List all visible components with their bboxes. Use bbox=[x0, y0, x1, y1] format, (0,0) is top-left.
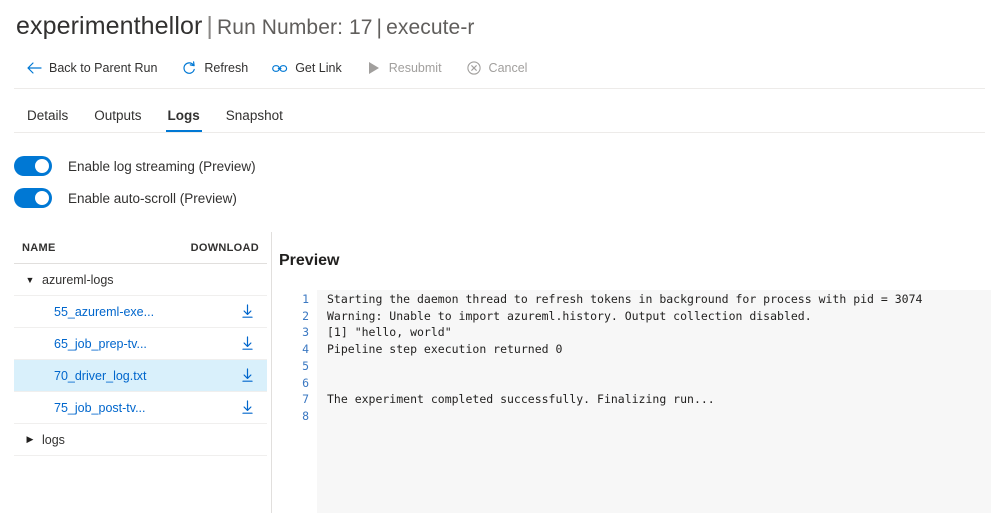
refresh-button[interactable]: Refresh bbox=[169, 54, 260, 82]
cancel-button[interactable]: Cancel bbox=[454, 54, 540, 82]
line-number: 5 bbox=[302, 358, 309, 373]
file-name-link[interactable]: 65_job_prep-tv... bbox=[22, 337, 235, 351]
cancel-label: Cancel bbox=[488, 61, 528, 75]
link-icon bbox=[272, 60, 288, 76]
tab-bar: Details Outputs Logs Snapshot bbox=[14, 102, 296, 132]
log-line: Pipeline step execution returned 0 bbox=[327, 342, 563, 357]
page-title: experimenthellor | Run Number: 17 | execute-… bbox=[16, 12, 475, 41]
experiment-name: experimenthellor bbox=[16, 12, 203, 40]
log-streaming-switch-knob bbox=[35, 159, 49, 173]
file-row-75-job-post[interactable]: 75_job_post-tv... bbox=[14, 392, 267, 424]
preview-title: Preview bbox=[279, 252, 340, 269]
tab-bar-divider bbox=[14, 132, 985, 133]
back-to-parent-run-button[interactable]: Back to Parent Run bbox=[14, 54, 169, 82]
resubmit-button[interactable]: Resubmit bbox=[354, 54, 454, 82]
refresh-icon bbox=[181, 60, 197, 76]
refresh-label: Refresh bbox=[204, 61, 249, 75]
play-icon bbox=[366, 60, 382, 76]
get-link-label: Get Link bbox=[295, 61, 342, 75]
enable-log-streaming-toggle[interactable]: Enable log streaming (Preview) bbox=[14, 156, 256, 176]
enable-log-streaming-label: Enable log streaming (Preview) bbox=[68, 158, 256, 174]
file-list-header: NAME DOWNLOAD bbox=[14, 232, 267, 264]
file-name-link[interactable]: 75_job_post-tv... bbox=[22, 401, 235, 415]
line-number-gutter: 1 2 3 4 5 6 7 8 bbox=[279, 290, 317, 513]
file-group-azureml-logs[interactable]: ▼ azureml-logs bbox=[14, 264, 267, 296]
download-icon[interactable] bbox=[235, 304, 259, 319]
tab-snapshot[interactable]: Snapshot bbox=[213, 106, 296, 132]
title-separator-1: | bbox=[206, 12, 214, 40]
panel-divider bbox=[271, 232, 272, 513]
file-row-70-driver-log[interactable]: 70_driver_log.txt bbox=[14, 360, 267, 392]
chevron-right-icon[interactable]: ▶ bbox=[24, 434, 36, 445]
logs-content-area: NAME DOWNLOAD ▼ azureml-logs 55_azureml-… bbox=[0, 232, 999, 513]
chevron-down-icon[interactable]: ▼ bbox=[24, 275, 36, 285]
log-viewer[interactable]: 1 2 3 4 5 6 7 8 Starting the daemon thre… bbox=[279, 290, 991, 513]
log-preview-panel: Preview 1 2 3 4 5 6 7 8 Starting the dae… bbox=[279, 232, 991, 513]
file-group-logs[interactable]: ▶ logs bbox=[14, 424, 267, 456]
tab-outputs[interactable]: Outputs bbox=[81, 106, 154, 132]
line-number: 7 bbox=[302, 392, 309, 407]
file-group-label: logs bbox=[42, 432, 65, 447]
tab-logs[interactable]: Logs bbox=[155, 106, 213, 132]
log-file-list: NAME DOWNLOAD ▼ azureml-logs 55_azureml-… bbox=[14, 232, 267, 456]
enable-auto-scroll-label: Enable auto-scroll (Preview) bbox=[68, 190, 237, 206]
title-separator-2: | bbox=[376, 16, 383, 39]
log-text-content: Starting the daemon thread to refresh to… bbox=[317, 290, 991, 513]
file-row-55-azureml-exe[interactable]: 55_azureml-exe... bbox=[14, 296, 267, 328]
download-icon[interactable] bbox=[235, 400, 259, 415]
run-number-label: Run Number: 17 bbox=[217, 16, 373, 39]
line-number: 2 bbox=[302, 308, 309, 323]
line-number: 8 bbox=[302, 408, 309, 423]
line-number: 1 bbox=[302, 292, 309, 306]
enable-auto-scroll-toggle[interactable]: Enable auto-scroll (Preview) bbox=[14, 188, 237, 208]
log-streaming-switch-track[interactable] bbox=[14, 156, 52, 176]
file-name-link[interactable]: 55_azureml-exe... bbox=[22, 305, 235, 319]
command-bar: Back to Parent Run Refresh Get Link Resu… bbox=[14, 54, 539, 82]
download-icon[interactable] bbox=[235, 336, 259, 351]
file-name-link[interactable]: 70_driver_log.txt bbox=[22, 369, 235, 383]
arrow-left-icon bbox=[26, 60, 42, 76]
column-header-download: DOWNLOAD bbox=[190, 241, 259, 254]
cancel-circle-icon bbox=[466, 60, 482, 76]
log-line: Starting the daemon thread to refresh to… bbox=[327, 292, 923, 306]
download-icon[interactable] bbox=[235, 368, 259, 383]
log-line: The experiment completed successfully. F… bbox=[327, 392, 715, 407]
step-name: execute-r bbox=[386, 16, 475, 39]
line-number: 4 bbox=[302, 342, 309, 357]
file-row-65-job-prep[interactable]: 65_job_prep-tv... bbox=[14, 328, 267, 360]
auto-scroll-switch-knob bbox=[35, 191, 49, 205]
file-group-label: azureml-logs bbox=[42, 272, 114, 287]
line-number: 3 bbox=[302, 325, 309, 340]
column-header-name: NAME bbox=[22, 241, 56, 254]
get-link-button[interactable]: Get Link bbox=[260, 54, 354, 82]
line-number: 6 bbox=[302, 375, 309, 390]
resubmit-label: Resubmit bbox=[388, 61, 442, 75]
auto-scroll-switch-track[interactable] bbox=[14, 188, 52, 208]
log-line: [1] "hello, world" bbox=[327, 325, 452, 340]
tab-details[interactable]: Details bbox=[14, 106, 81, 132]
command-bar-divider bbox=[14, 88, 985, 89]
back-to-parent-run-label: Back to Parent Run bbox=[49, 61, 158, 75]
log-line: Warning: Unable to import azureml.histor… bbox=[327, 308, 812, 323]
